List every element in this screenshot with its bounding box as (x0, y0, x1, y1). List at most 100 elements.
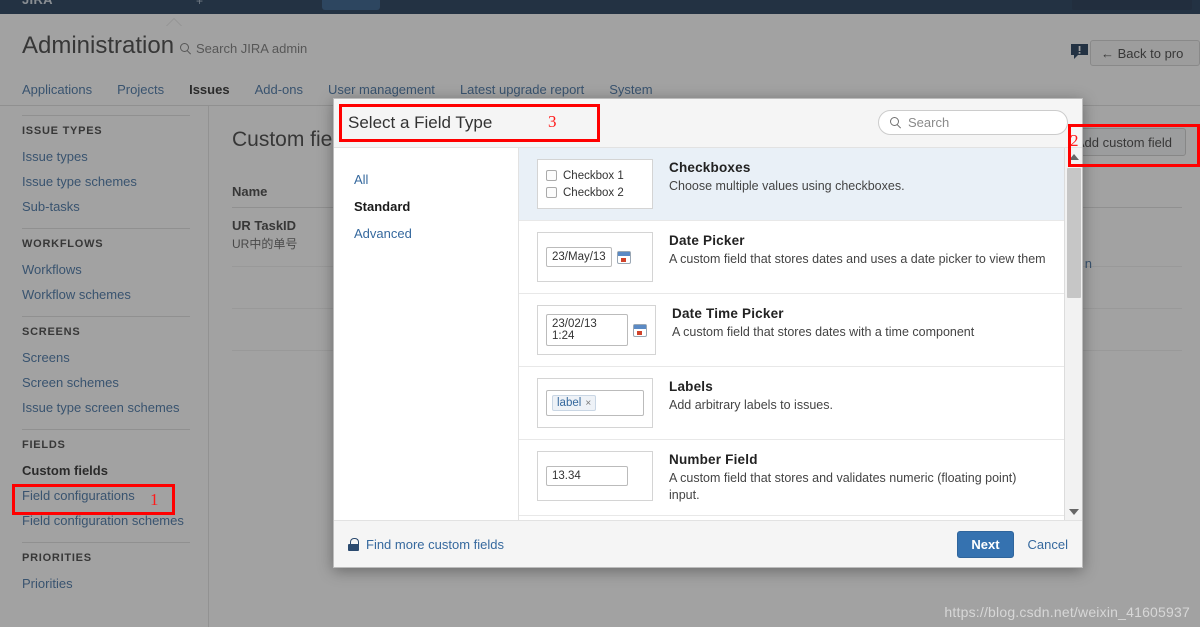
admin-sidebar: ISSUE TYPES Issue types Issue type schem… (0, 106, 209, 627)
tab-projects[interactable]: Projects (109, 80, 172, 100)
sidebar-heading-workflows: WORKFLOWS (22, 238, 104, 250)
create-button[interactable] (322, 0, 380, 10)
sidebar-item-custom-fields[interactable]: Custom fields (22, 458, 190, 483)
annotation-number-2: 2 (1070, 131, 1079, 150)
sidebar-item-issue-type-screen-schemes[interactable]: Issue type screen schemes (22, 395, 190, 420)
tab-issues[interactable]: Issues (181, 80, 237, 100)
field-type-info: Number Field A custom field that stores … (669, 451, 1050, 504)
label-tag-text: label (557, 397, 582, 409)
sidebar-item-field-configurations[interactable]: Field configurations (22, 483, 190, 508)
field-type-info: Date Picker A custom field that stores d… (669, 232, 1050, 268)
row-action-link[interactable]: n (1085, 256, 1092, 271)
field-type-description: A custom field that stores dates and use… (669, 252, 1046, 266)
sidebar-item-screen-schemes[interactable]: Screen schemes (22, 370, 190, 395)
feedback-icon[interactable] (1071, 44, 1088, 59)
category-advanced[interactable]: Advanced (354, 220, 518, 247)
sidebar-divider (22, 542, 190, 543)
create-plus-icon[interactable]: + (196, 0, 203, 8)
field-type-name: Date Picker (669, 233, 745, 248)
page-title: Administration (22, 32, 175, 59)
field-type-search-input[interactable]: Search (878, 110, 1068, 135)
annotation-number-3: 3 (548, 112, 557, 131)
sidebar-item-field-configuration-schemes[interactable]: Field configuration schemes (22, 508, 190, 533)
sidebar-item-priorities[interactable]: Priorities (22, 571, 190, 596)
watermark: https://blog.csdn.net/weixin_41605937 (944, 604, 1190, 620)
cancel-button[interactable]: Cancel (1028, 537, 1068, 552)
field-type-option-labels[interactable]: label × Labels Add arbitrary labels to i… (519, 367, 1064, 440)
sidebar-item-workflows[interactable]: Workflows (22, 257, 190, 282)
active-tab-caret-icon (166, 19, 182, 27)
dialog-header: Select a Field Type Search (334, 99, 1082, 148)
dialog-body: All Standard Advanced Checkbox 1 Checkbo… (334, 148, 1082, 520)
field-type-category-nav: All Standard Advanced (334, 148, 519, 520)
preview-labels: label × (537, 378, 653, 428)
calendar-icon (616, 250, 631, 264)
close-icon: × (585, 397, 592, 409)
tab-add-ons[interactable]: Add-ons (247, 80, 311, 100)
sidebar-heading-issue-types: ISSUE TYPES (22, 125, 103, 137)
checkbox-icon (546, 187, 557, 198)
sidebar-item-sub-tasks[interactable]: Sub-tasks (22, 194, 190, 219)
sidebar-divider (22, 228, 190, 229)
admin-search-placeholder: Search JIRA admin (196, 41, 308, 56)
field-type-option-number-field[interactable]: 13.34 Number Field A custom field that s… (519, 440, 1064, 516)
select-field-type-dialog: Select a Field Type Search All Standard … (333, 98, 1083, 568)
preview-number-row: 13.34 (546, 466, 644, 486)
dialog-actions: Next Cancel (957, 531, 1068, 558)
screen-root: JIRA + Administration Search JIRA admin … (0, 0, 1200, 627)
sidebar-heading-screens: SCREENS (22, 326, 81, 338)
category-all[interactable]: All (354, 166, 518, 193)
next-button[interactable]: Next (957, 531, 1014, 558)
admin-search-input[interactable]: Search JIRA admin (180, 41, 307, 56)
dialog-footer: Find more custom fields Next Cancel (334, 520, 1082, 567)
find-more-label: Find more custom fields (366, 536, 504, 552)
sidebar-item-screens[interactable]: Screens (22, 345, 190, 370)
field-type-option-date-picker[interactable]: 23/May/13 Date Picker A custom field tha… (519, 221, 1064, 294)
sidebar-item-workflow-schemes[interactable]: Workflow schemes (22, 282, 190, 307)
field-type-search-placeholder: Search (908, 115, 950, 130)
field-type-name: Number Field (669, 452, 758, 467)
field-type-option-date-time-picker[interactable]: 23/02/13 1:24 Date Time Picker A custom … (519, 294, 1064, 367)
field-type-info: Labels Add arbitrary labels to issues. (669, 378, 1050, 414)
preview-checkbox-1-label: Checkbox 1 (563, 169, 624, 182)
preview-checkbox-1: Checkbox 1 (546, 170, 644, 182)
preview-checkboxes: Checkbox 1 Checkbox 2 (537, 159, 653, 209)
tab-system[interactable]: System (601, 80, 660, 100)
preview-number-field: 13.34 (537, 451, 653, 501)
find-more-custom-fields-link[interactable]: Find more custom fields (348, 537, 504, 552)
application-top-bar: JIRA + (0, 0, 1200, 14)
preview-date-time-picker: 23/02/13 1:24 (537, 305, 656, 355)
field-type-list: Checkbox 1 Checkbox 2 Checkboxes Choose … (519, 148, 1064, 520)
preview-checkbox-2: Checkbox 2 (546, 187, 644, 199)
field-type-name: Date Time Picker (672, 306, 784, 321)
preview-checkbox-2-label: Checkbox 2 (563, 186, 624, 199)
back-to-project-button[interactable]: ← Back to pro (1090, 40, 1200, 66)
sidebar-item-issue-types[interactable]: Issue types (22, 144, 190, 169)
field-type-list-scrollbar[interactable] (1064, 148, 1082, 520)
tab-user-management[interactable]: User management (320, 80, 443, 100)
tab-latest-upgrade-report[interactable]: Latest upgrade report (452, 80, 592, 100)
sidebar-divider (22, 115, 190, 116)
tab-applications[interactable]: Applications (14, 80, 100, 100)
select-a-field-type-title: Select a Field Type (348, 113, 493, 132)
sidebar-item-issue-type-schemes[interactable]: Issue type schemes (22, 169, 190, 194)
scrollbar-thumb[interactable] (1067, 168, 1081, 298)
sidebar-heading-priorities: PRIORITIES (22, 552, 92, 564)
jira-logo[interactable]: JIRA (22, 0, 53, 7)
field-type-description: Choose multiple values using checkboxes. (669, 179, 905, 193)
checkbox-icon (546, 170, 557, 181)
sidebar-divider (22, 429, 190, 430)
sidebar-divider (22, 316, 190, 317)
annotation-number-1: 1 (150, 490, 159, 509)
field-type-description: A custom field that stores dates with a … (672, 325, 975, 339)
preview-date-value: 23/May/13 (546, 247, 612, 267)
scroll-down-arrow-icon[interactable] (1065, 503, 1082, 520)
category-standard[interactable]: Standard (354, 193, 518, 220)
label-tag: label × (552, 395, 597, 411)
field-type-name: Labels (669, 379, 713, 394)
appbar-right-controls[interactable] (1072, 0, 1192, 10)
field-type-info: Date Time Picker A custom field that sto… (672, 305, 1050, 341)
field-type-description: Add arbitrary labels to issues. (669, 398, 833, 412)
field-type-option-checkboxes[interactable]: Checkbox 1 Checkbox 2 Checkboxes Choose … (519, 148, 1064, 221)
field-type-name: Checkboxes (669, 160, 751, 175)
